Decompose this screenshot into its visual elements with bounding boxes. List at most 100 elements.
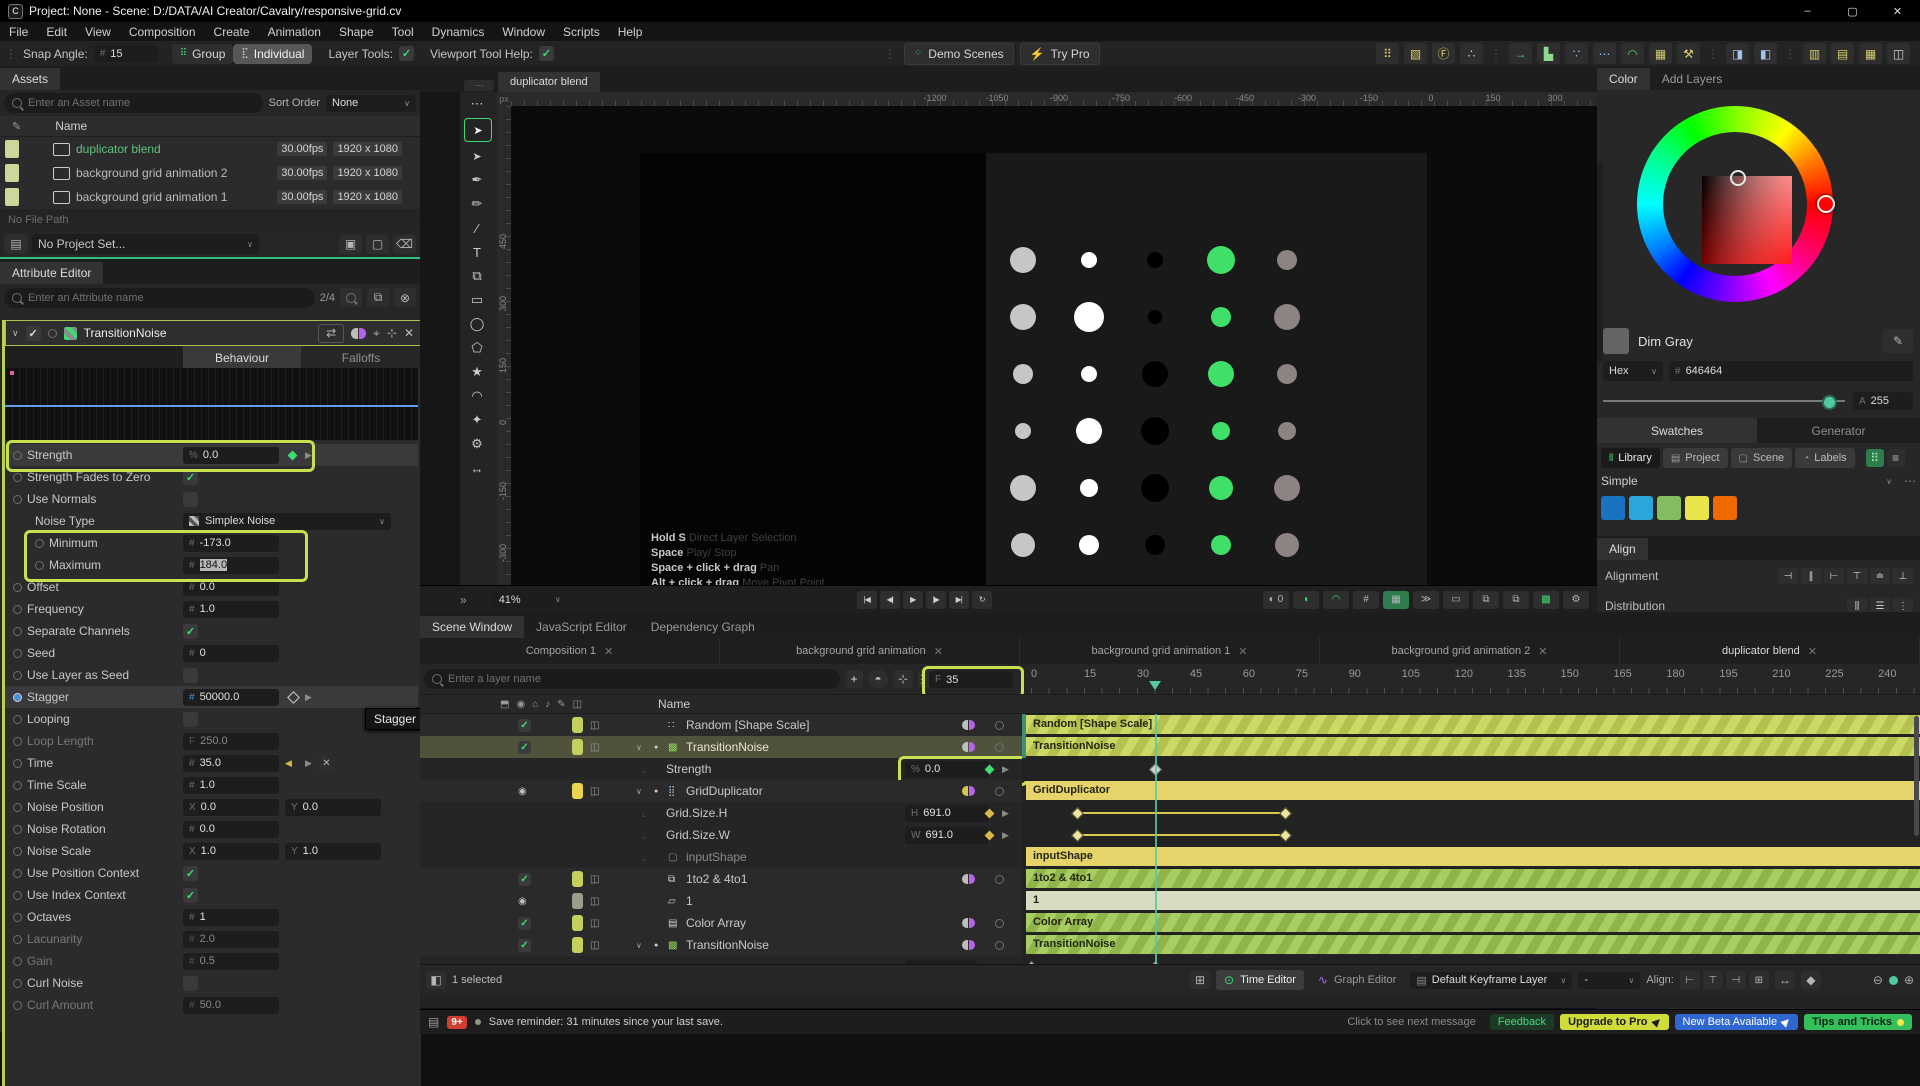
- next-keyframe-icon[interactable]: ▶: [305, 450, 312, 461]
- asset-color-swatch[interactable]: [5, 164, 19, 182]
- out-toggle[interactable]: [969, 940, 975, 950]
- attribute-socket[interactable]: [13, 648, 22, 658]
- attribute-row-time-scale[interactable]: Time Scale #1.0: [5, 774, 418, 796]
- attribute-value-field[interactable]: % 0.0: [183, 446, 279, 464]
- layout-toggle-icon[interactable]: ▦: [1383, 590, 1409, 609]
- attribute-row-strength[interactable]: Strength% 0.0 ▶: [5, 444, 418, 466]
- status-plain-button[interactable]: Click to see next message: [1339, 1014, 1483, 1030]
- individual-button[interactable]: ⣏ Individual: [233, 43, 313, 64]
- status-feedback-button[interactable]: Feedback: [1489, 1014, 1555, 1030]
- track-row[interactable]: [1022, 758, 1920, 781]
- attribute-socket[interactable]: [35, 538, 44, 548]
- layer-render-icon[interactable]: ◫: [590, 874, 599, 885]
- attribute-row-use-position-context[interactable]: Use Position Context ✓: [5, 862, 418, 884]
- attribute-row-gain[interactable]: Gain #0.5: [5, 950, 418, 972]
- layout-b-icon[interactable]: ◧: [1754, 43, 1777, 64]
- sv-selector[interactable]: [1730, 170, 1746, 186]
- keyframe-icon[interactable]: [1025, 961, 1038, 964]
- solo-dot-icon[interactable]: ●: [654, 788, 658, 795]
- attribute-socket[interactable]: [13, 472, 22, 482]
- asset-row[interactable]: background grid animation 1 30.00fps 1920 …: [0, 185, 420, 209]
- eye-icon[interactable]: ◉: [516, 699, 525, 710]
- status-beta-button[interactable]: New Beta Available: [1674, 1014, 1799, 1030]
- attribute-dropdown[interactable]: Simplex Noise ∨: [183, 512, 391, 530]
- align-bottom-icon[interactable]: ⊥: [1893, 568, 1913, 584]
- grid-icon[interactable]: ▦: [1859, 43, 1882, 64]
- next-keyframe-icon[interactable]: ▶: [305, 758, 312, 769]
- library-tab-project[interactable]: ▤ Project: [1662, 448, 1728, 468]
- extrude-icon[interactable]: ▧: [1404, 43, 1427, 64]
- attribute-row-maximum[interactable]: Maximum #184.0: [5, 554, 418, 576]
- camera-icon[interactable]: ◫: [1887, 43, 1910, 64]
- track-bar[interactable]: inputShape: [1026, 847, 1920, 866]
- viewport-menu-icon[interactable]: ⋯: [464, 80, 494, 91]
- menu-dynamics[interactable]: Dynamics: [423, 25, 494, 39]
- attribute-value-field-y[interactable]: Y 0.0: [285, 798, 381, 816]
- track-row[interactable]: [1022, 824, 1920, 847]
- connect-circle[interactable]: [995, 720, 1004, 730]
- attribute-value-field[interactable]: #0.0: [183, 820, 279, 838]
- attribute-checkbox[interactable]: ✓: [183, 865, 198, 881]
- attribute-search-input[interactable]: Enter an Attribute name: [4, 287, 315, 308]
- assets-tab[interactable]: Assets: [0, 68, 61, 90]
- pentagon-tool-icon[interactable]: ⬠: [460, 336, 494, 360]
- attribute-socket[interactable]: [13, 670, 22, 680]
- attribute-socket[interactable]: [13, 582, 22, 592]
- layer-enabled-checkbox[interactable]: ✓: [518, 872, 531, 886]
- in-toggle[interactable]: [962, 874, 968, 884]
- node-enabled-checkbox[interactable]: ✓: [25, 325, 41, 341]
- attribute-row-seed[interactable]: Seed #0: [5, 642, 418, 664]
- align-keys-left-icon[interactable]: ⊢: [1679, 971, 1700, 989]
- attribute-checkbox[interactable]: [183, 975, 198, 991]
- clear-filter-icon[interactable]: ⊗: [394, 288, 416, 307]
- attribute-value-field[interactable]: #0.0: [183, 578, 279, 596]
- menu-window[interactable]: Window: [493, 25, 554, 39]
- zoom-in-icon[interactable]: ⊕: [1904, 973, 1914, 987]
- panel-mode-icon[interactable]: ⊞: [1190, 971, 1211, 989]
- attribute-row-curl-amount[interactable]: Curl Amount #50.0: [5, 994, 418, 1016]
- attribute-socket[interactable]: [13, 758, 22, 768]
- attribute-socket[interactable]: [13, 890, 22, 900]
- pin-icon[interactable]: ⌖: [373, 326, 380, 341]
- attribute-row-octaves[interactable]: Octaves #1: [5, 906, 418, 928]
- tab-behaviour[interactable]: Behaviour: [183, 346, 301, 369]
- align-keys-right-icon[interactable]: ⊣: [1725, 971, 1746, 989]
- timeline-ruler[interactable]: 0 15 30 45 60 75 90 105 120 135 150 165 180 195 210 225…: [1024, 664, 1920, 694]
- attribute-row-stagger[interactable]: Stagger #50000.0 ▶: [5, 686, 418, 708]
- current-color-swatch[interactable]: [1603, 328, 1629, 354]
- align-bars-icon[interactable]: ▙: [1537, 43, 1560, 64]
- editor-tab-dependency-graph[interactable]: Dependency Graph: [639, 616, 767, 638]
- layer-color-swatch[interactable]: [572, 739, 583, 755]
- attribute-row-noise-type[interactable]: Noise Type Simplex Noise ∨: [5, 510, 418, 532]
- notification-badge[interactable]: 9+: [447, 1015, 467, 1029]
- layer-render-icon[interactable]: ◫: [590, 896, 599, 907]
- zoom-attr-icon[interactable]: [340, 288, 362, 307]
- layer-enabled-checkbox[interactable]: ✓: [518, 718, 531, 732]
- menu-create[interactable]: Create: [205, 25, 259, 39]
- next-keyframe-icon[interactable]: ▶: [1002, 764, 1009, 775]
- menu-dots-icon[interactable]: ⋯: [460, 92, 494, 116]
- layer-visible-icon[interactable]: ◉: [518, 896, 527, 907]
- connect-circle[interactable]: [995, 742, 1004, 752]
- attribute-value-field[interactable]: #1.0: [183, 776, 279, 794]
- track-row[interactable]: TransitionNoise: [1022, 934, 1920, 957]
- attribute-row-noise-scale[interactable]: Noise Scale X 1.0 Y 1.0: [5, 840, 418, 862]
- layout-a-icon[interactable]: ◨: [1726, 43, 1749, 64]
- in-toggle[interactable]: [962, 742, 968, 752]
- layer-color-swatch[interactable]: [572, 893, 583, 909]
- grid-dots-icon[interactable]: ⠿: [1376, 43, 1399, 64]
- layer-search-input[interactable]: Enter a layer name: [424, 669, 840, 689]
- hex-input[interactable]: #646464: [1669, 361, 1913, 381]
- attribute-socket[interactable]: [13, 736, 22, 746]
- composition-tab[interactable]: background grid animation 2 ✕: [1320, 638, 1620, 664]
- attribute-socket[interactable]: [13, 868, 22, 878]
- layer-enabled-checkbox[interactable]: ✓: [518, 740, 531, 754]
- skip-end-button[interactable]: ▶|: [948, 590, 969, 609]
- layer-row[interactable]: ✓ ◫ ∨ ● ▩ TransitionNoise: [420, 934, 1022, 957]
- snap-keys-icon[interactable]: ↔: [1774, 971, 1795, 989]
- folder-icon[interactable]: ▣: [339, 234, 362, 254]
- menu-edit[interactable]: Edit: [37, 25, 76, 39]
- checker-icon[interactable]: ▩: [1533, 590, 1559, 609]
- collapse-icon[interactable]: ∨: [12, 328, 19, 339]
- next-keyframe-icon[interactable]: ▶: [305, 692, 312, 703]
